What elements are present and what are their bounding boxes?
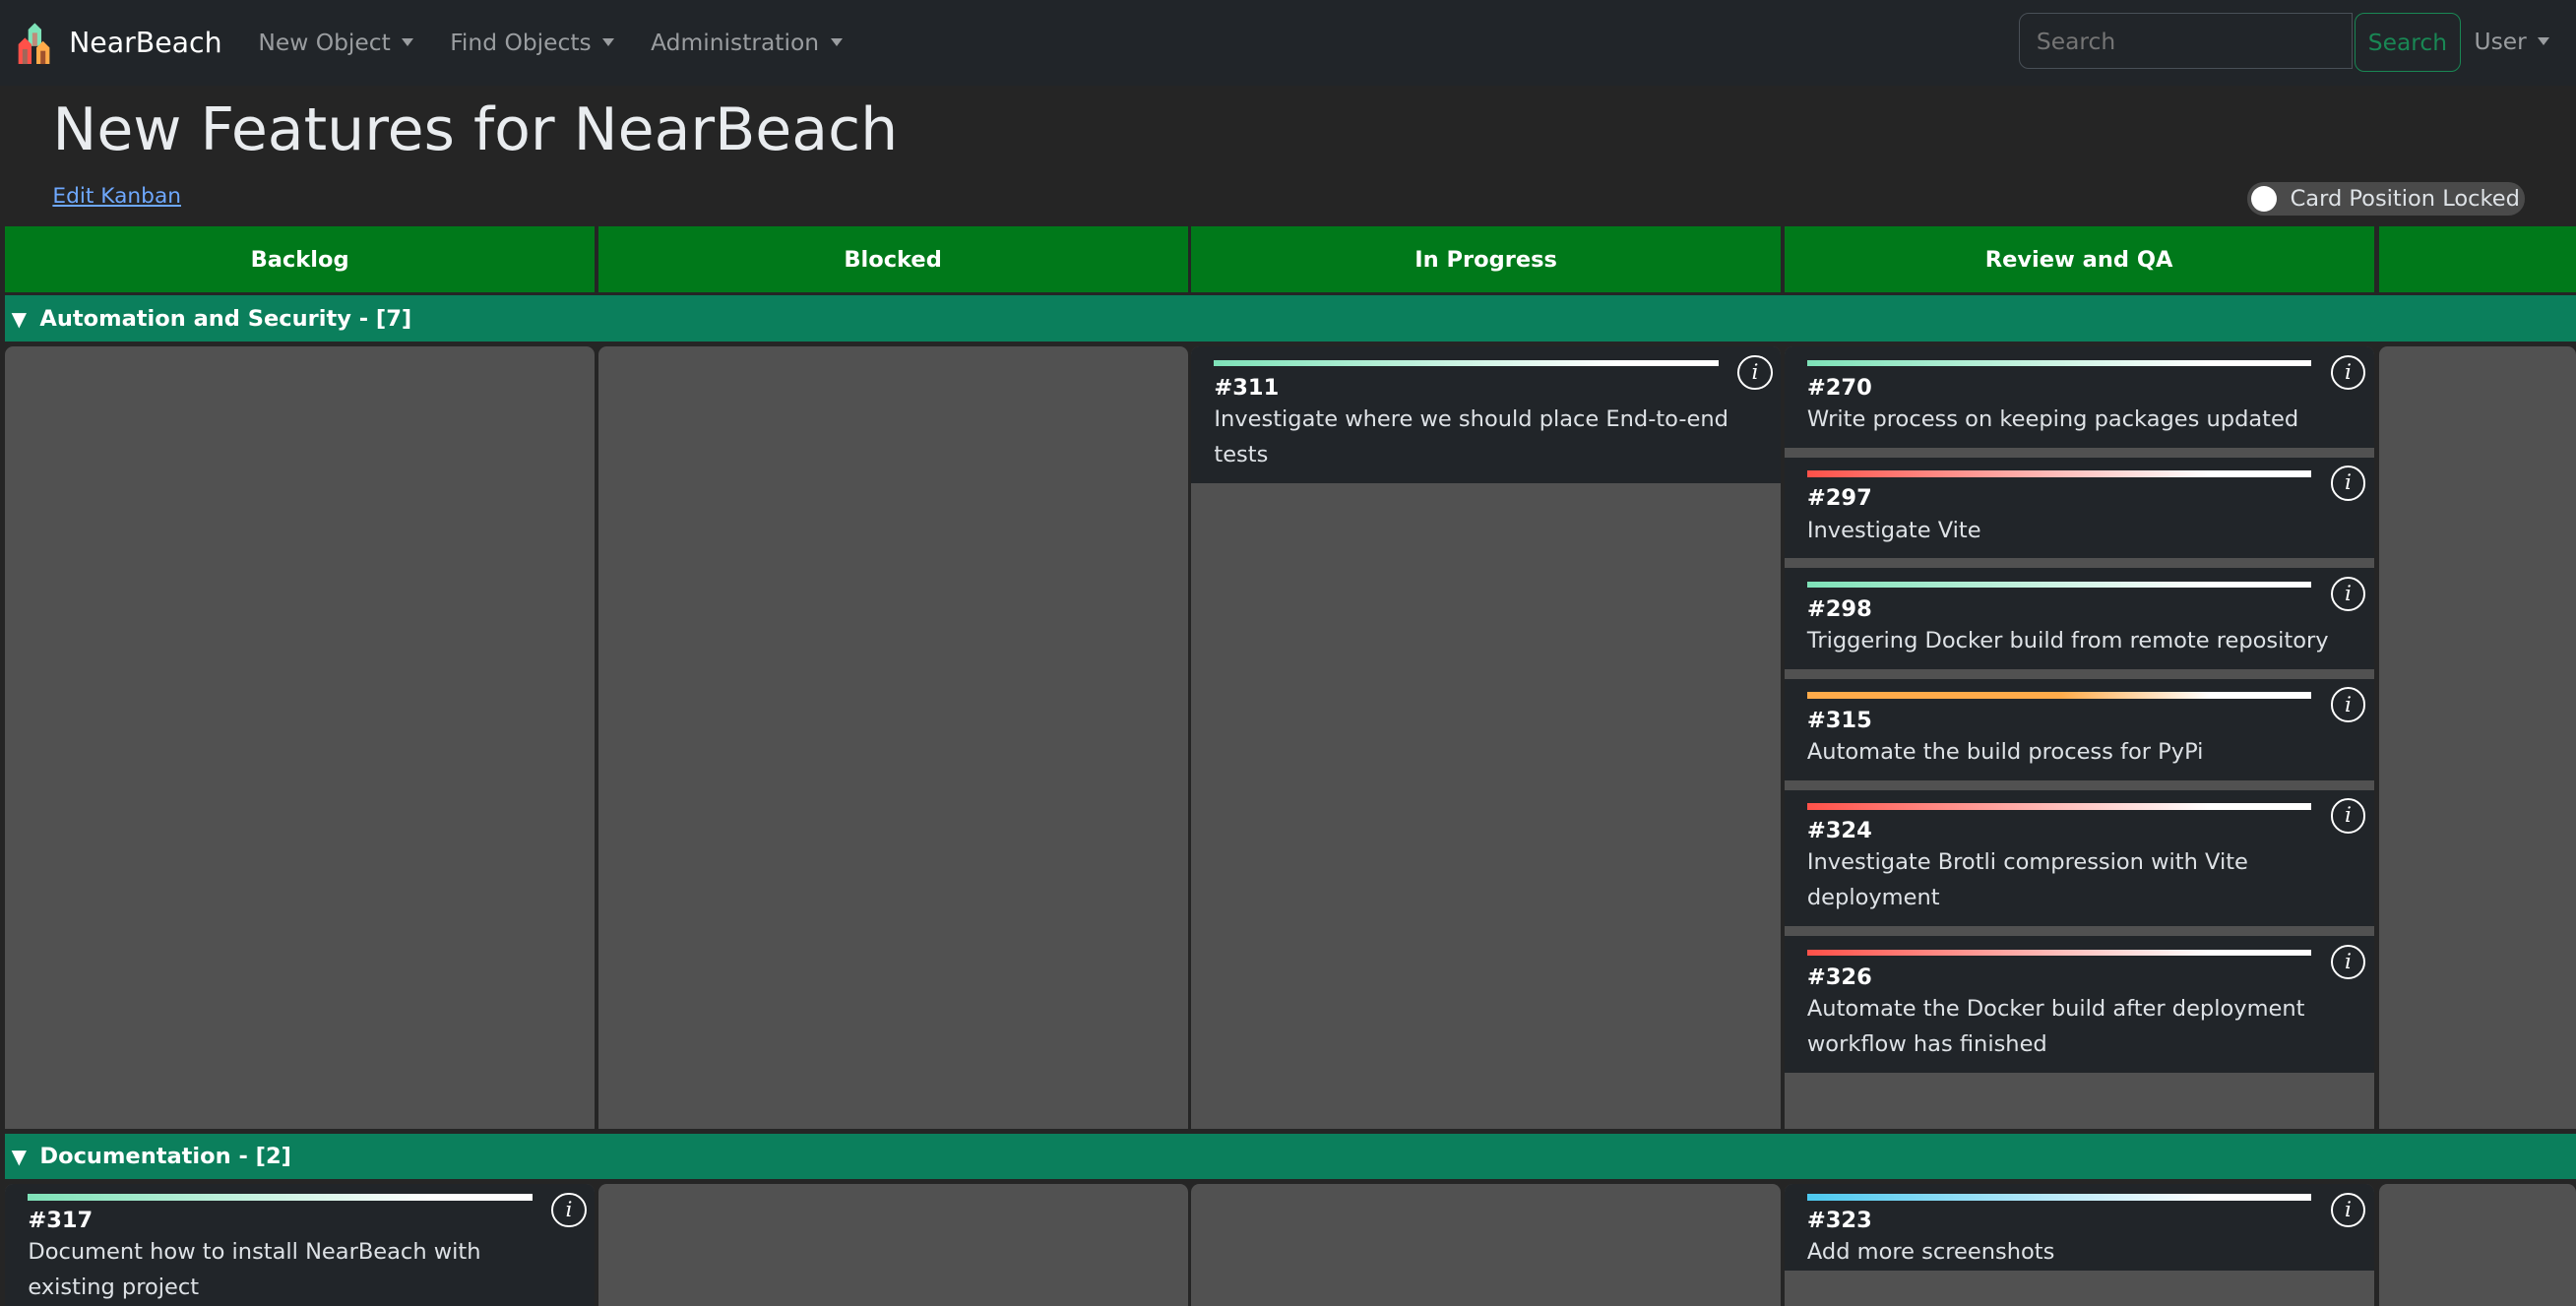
column-header: Blocked xyxy=(597,226,1188,293)
priority-bar xyxy=(28,1194,533,1202)
column-header: Backlog xyxy=(5,226,596,293)
kanban-cell xyxy=(2378,346,2576,1129)
group-label: Automation and Security - [7] xyxy=(39,305,412,332)
kanban-cell: #270 Write process on keeping packages up… xyxy=(1784,346,2374,1129)
card-number: #298 xyxy=(1806,596,1872,623)
card-title: Automate the Docker build after deployme… xyxy=(1806,995,2305,1057)
priority-bar xyxy=(1806,1194,2312,1202)
caret-down-icon xyxy=(2538,37,2550,46)
kanban-card[interactable]: #324 Investigate Brotli compression with … xyxy=(1784,789,2374,927)
nav-label: Find Objects xyxy=(450,29,592,57)
kanban-card[interactable]: #311 Investigate where we should place En… xyxy=(1191,346,1782,483)
card-title: Automate the build process for PyPi xyxy=(1806,738,2204,765)
kanban-cell: #323 Add more screenshots i xyxy=(1784,1184,2374,1306)
caret-down-icon xyxy=(830,38,843,47)
toggle-knob xyxy=(2250,185,2278,213)
search-button[interactable]: Search xyxy=(2354,13,2462,73)
brand-name: NearBeach xyxy=(69,26,222,59)
info-icon[interactable]: i xyxy=(2330,1192,2366,1228)
kanban-cell xyxy=(597,1184,1188,1306)
kanban-card[interactable]: #315 Automate the build process for PyPi i xyxy=(1784,679,2374,780)
info-icon[interactable]: i xyxy=(2330,687,2366,723)
card-number: #323 xyxy=(1806,1208,1872,1234)
search-input[interactable] xyxy=(2019,13,2353,70)
card-number: #270 xyxy=(1806,374,1872,401)
page-title: New Features for NearBeach xyxy=(52,94,899,164)
brand-link[interactable]: NearBeach xyxy=(17,20,222,66)
card-number: #311 xyxy=(1214,374,1280,401)
card-title: Add more screenshots xyxy=(1806,1239,2055,1266)
info-icon[interactable]: i xyxy=(2330,576,2366,612)
priority-bar xyxy=(1806,470,2312,477)
kanban-card[interactable]: #297 Investigate Vite i xyxy=(1784,457,2374,559)
nav-new-object[interactable]: New Object xyxy=(258,29,414,57)
card-number: #297 xyxy=(1806,485,1872,512)
card-title: Investigate where we should place End-to… xyxy=(1214,405,1728,467)
caret-down-icon xyxy=(402,38,414,47)
user-menu[interactable]: User xyxy=(2475,28,2550,55)
column-header: Review and QA xyxy=(1784,226,2374,293)
priority-bar xyxy=(1214,359,1719,367)
nearbeach-logo-icon xyxy=(18,23,50,65)
info-icon[interactable]: i xyxy=(2330,944,2366,980)
kanban-card[interactable]: #326 Automate the Docker build after depl… xyxy=(1784,936,2374,1073)
user-label: User xyxy=(2474,28,2527,56)
kanban-cell xyxy=(2378,1184,2576,1306)
kanban-card[interactable]: #323 Add more screenshots i xyxy=(1784,1184,2374,1271)
info-icon[interactable]: i xyxy=(2330,354,2366,391)
card-number: #317 xyxy=(28,1208,94,1234)
collapse-triangle-icon[interactable]: ▼ xyxy=(12,1145,27,1168)
nav-label: New Object xyxy=(258,29,391,57)
kanban-cell xyxy=(1191,1184,1782,1306)
kanban-cell: #317 Document how to install NearBeach wi… xyxy=(5,1184,596,1306)
card-position-locked-toggle[interactable]: Card Position Locked xyxy=(2247,182,2526,216)
group-label: Documentation - [2] xyxy=(39,1143,291,1169)
priority-bar xyxy=(1806,359,2312,367)
card-title: Write process on keeping packages update… xyxy=(1806,405,2299,432)
card-title: Document how to install NearBeach with e… xyxy=(28,1239,481,1300)
info-icon[interactable]: i xyxy=(2330,798,2366,834)
card-title: Investigate Vite xyxy=(1806,517,1981,543)
kanban-card[interactable]: #270 Write process on keeping packages up… xyxy=(1784,346,2374,448)
group-header[interactable]: ▼ Documentation - [2] xyxy=(5,1133,2576,1180)
priority-bar xyxy=(1806,803,2312,810)
column-header xyxy=(2378,226,2576,293)
priority-bar xyxy=(1806,581,2312,589)
card-number: #315 xyxy=(1806,707,1872,733)
info-icon[interactable]: i xyxy=(1737,354,1773,391)
nav-find-objects[interactable]: Find Objects xyxy=(450,29,615,57)
nav-administration[interactable]: Administration xyxy=(651,29,843,56)
kanban-cell xyxy=(5,346,596,1129)
toggle-label: Card Position Locked xyxy=(2290,185,2520,212)
card-number: #326 xyxy=(1806,964,1872,990)
caret-down-icon xyxy=(602,38,615,47)
edit-kanban-link[interactable]: Edit Kanban xyxy=(52,184,181,209)
info-icon[interactable]: i xyxy=(551,1192,587,1228)
kanban-card[interactable]: #317 Document how to install NearBeach wi… xyxy=(5,1184,596,1306)
group-header[interactable]: ▼ Automation and Security - [7] xyxy=(5,295,2576,342)
column-header: In Progress xyxy=(1191,226,1782,293)
navbar: NearBeach New Object Find Objects Admini… xyxy=(0,0,2576,86)
collapse-triangle-icon[interactable]: ▼ xyxy=(12,307,27,331)
kanban-cell xyxy=(597,346,1188,1129)
priority-bar xyxy=(1806,949,2312,957)
card-title: Triggering Docker build from remote repo… xyxy=(1806,628,2329,654)
nav-label: Administration xyxy=(651,29,820,57)
kanban-cell: #311 Investigate where we should place En… xyxy=(1191,346,1782,1129)
card-title: Investigate Brotli compression with Vite… xyxy=(1806,849,2248,911)
priority-bar xyxy=(1806,692,2312,700)
kanban-card[interactable]: #298 Triggering Docker build from remote … xyxy=(1784,568,2374,670)
card-number: #324 xyxy=(1806,818,1872,844)
info-icon[interactable]: i xyxy=(2330,466,2366,501)
